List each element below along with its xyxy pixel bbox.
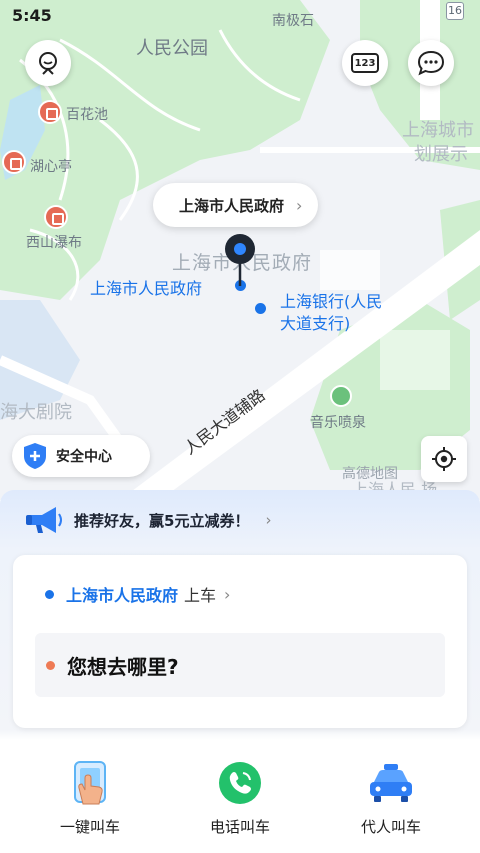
map-pin-icon [225,234,255,286]
trip-card: 上海市人民政府 上车 › 您想去哪里? [13,555,467,728]
promo-banner[interactable]: 推荐好友，赢5元立减券！ › [24,502,271,538]
selected-location-bubble[interactable]: 上海市人民政府 › [153,183,319,227]
pickup-place: 上海市人民政府 [66,586,179,605]
map-label-bank-line1[interactable]: 上海银行(人民 [280,288,382,312]
poi-icon-baihuachi [38,100,62,124]
map-label-urban-planning-2: 划展示 [414,144,468,165]
destination-input[interactable]: 您想去哪里? [35,633,445,697]
safety-center-label: 安全中心 [56,449,112,465]
map-label-bank-line2[interactable]: 大道支行) [280,310,350,334]
map-label-grand-theatre: 海大剧院 [0,402,72,423]
taxi-icon [370,764,412,802]
chevron-right-icon: › [265,511,272,529]
bank-location-dot [255,303,266,314]
megaphone-icon [26,507,62,533]
map-label-xishan-waterfall: 西山瀑布 [26,235,82,251]
call-for-others-button[interactable]: 代人叫车 [331,758,451,837]
selected-location-label: 上海市人民政府 [179,196,285,215]
keyboard-123-icon: 123 [351,53,379,73]
action-label: 一键叫车 [59,818,120,836]
action-label: 电话叫车 [209,818,270,836]
shield-icon [24,443,46,469]
avatar-button[interactable] [25,40,71,86]
destination-prompt: 您想去哪里? [67,654,179,679]
pickup-suffix: 上车 [184,586,217,605]
status-time: 5:45 [12,6,52,25]
destination-dot [46,660,55,670]
map-label-people-park: 人民公园 [136,38,208,59]
action-label: 代人叫车 [360,818,421,836]
map-label-music-fountain: 音乐喷泉 [310,415,366,431]
avatar-icon [39,52,57,75]
bottom-sheet: 推荐好友，赢5元立减券！ › 上海市人民政府 上车 › 您想去哪里? 一键叫车 [0,490,480,853]
poi-icon-xishan [44,205,68,229]
poi-icon-huxinting [2,150,26,174]
safety-center-button[interactable]: 安全中心 [12,435,150,477]
quick-actions: 一键叫车 电话叫车 代人叫车 [0,758,480,838]
map-label-urban-planning-1: 上海城市 [402,120,474,141]
map-view[interactable]: 5:45 南极石 人民公园 百花池 湖心亭 西山瀑布 上海城市 划展示 上海市人… [0,0,480,500]
one-tap-call-button[interactable]: 一键叫车 [30,758,150,837]
map-label-nanjishi: 南极石 [272,13,314,29]
promo-text: 推荐好友，赢5元立减券！ [74,511,250,530]
messages-button[interactable] [408,40,454,86]
pickup-dot [45,589,54,599]
phone-icon [219,762,261,804]
crosshair-icon [432,447,456,471]
phone-call-button[interactable]: 电话叫车 [180,758,300,837]
message-icon [417,50,445,76]
chevron-right-icon: › [224,584,231,604]
keyboard-code-button[interactable]: 123 [342,40,388,86]
chevron-right-icon: › [296,195,303,215]
map-label-baihuachi: 百花池 [66,107,108,123]
map-label-huxinting: 湖心亭 [30,159,72,175]
pickup-row[interactable]: 上海市人民政府 上车 › [45,582,230,606]
hand-tap-icon [74,761,106,805]
poi-icon-fountain [330,385,352,407]
locate-me-button[interactable] [421,436,467,482]
route-badge: 16 [446,2,464,20]
map-label-gov-blue[interactable]: 上海市人民政府 [90,275,202,299]
